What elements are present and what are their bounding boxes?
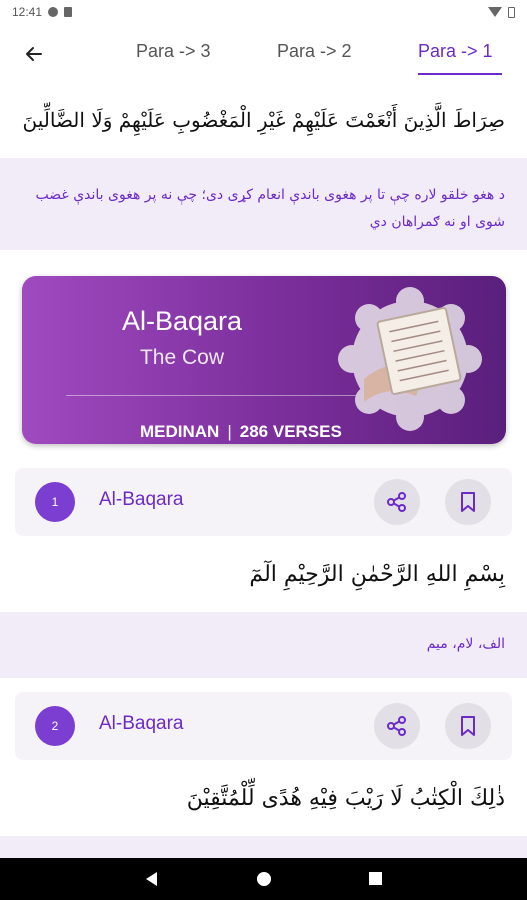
surah-meta: MEDINAN | 286 VERSES	[140, 422, 342, 442]
top-bar: Para -> 3 Para -> 2 Para -> 1	[0, 24, 527, 84]
wifi-icon	[488, 7, 502, 17]
verse-arabic-1: بِسْمِ اللهِ الرَّحْمٰنِ الرَّحِيْمِ الٓ…	[249, 562, 505, 587]
verse-number-badge: 1	[35, 482, 75, 522]
bookmark-icon	[461, 492, 475, 512]
tab-para-1[interactable]: Para -> 1	[418, 41, 493, 62]
status-left: 12:41	[12, 5, 73, 19]
system-nav-bar	[0, 858, 527, 900]
verse-surah-name: Al-Baqara	[99, 713, 184, 734]
quran-book-icon	[338, 287, 482, 431]
nav-home-icon[interactable]	[257, 872, 271, 886]
tab-para-2[interactable]: Para -> 2	[277, 41, 352, 62]
meta-separator: |	[227, 422, 232, 441]
verse-number-badge: 2	[35, 706, 75, 746]
bookmark-icon	[461, 716, 475, 736]
nav-recents-icon[interactable]	[369, 872, 382, 885]
surah-banner: Al-Baqara The Cow MEDINAN | 286 VERSES	[22, 276, 506, 444]
tab-para-3[interactable]: Para -> 3	[136, 41, 211, 62]
sd-card-icon	[64, 7, 73, 17]
verse-surah-name: Al-Baqara	[99, 489, 184, 510]
verse-translation-1: الف، لام، میم	[0, 612, 527, 678]
status-time: 12:41	[12, 5, 43, 19]
banner-divider	[66, 395, 356, 396]
verse-header-2: 2 Al-Baqara	[15, 692, 512, 760]
status-bar: 12:41	[0, 0, 527, 24]
arrow-left-icon	[26, 47, 42, 61]
verse-header-1: 1 Al-Baqara	[15, 468, 512, 536]
notification-icon	[48, 7, 59, 17]
share-button[interactable]	[374, 479, 420, 525]
back-button[interactable]	[18, 38, 50, 70]
ayah-arabic-top: صِرَاطَ الَّذِينَ أَنْعَمْتَ عَلَيْهِمْ …	[22, 108, 505, 132]
ayah-translation-top: د هغو خلقو لاره چې تا پر هغوی باندې انعا…	[0, 158, 527, 250]
active-tab-indicator	[418, 73, 502, 75]
surah-subtitle: The Cow	[139, 346, 225, 369]
bookmark-button[interactable]	[445, 479, 491, 525]
share-icon	[387, 716, 406, 736]
surah-verse-count: 286 VERSES	[239, 422, 342, 441]
share-button[interactable]	[374, 703, 420, 749]
nav-back-icon[interactable]	[146, 872, 157, 886]
surah-type: MEDINAN	[140, 422, 220, 441]
bookmark-button[interactable]	[445, 703, 491, 749]
verse-arabic-2: ذٰلِكَ الْكِتٰبُ لَا رَيْبَ فِيْهِ هُدًى…	[186, 786, 505, 811]
share-icon	[387, 492, 406, 512]
battery-icon	[508, 6, 515, 18]
verse-translation-2	[0, 836, 527, 858]
status-right	[488, 6, 515, 18]
surah-title: Al-Baqara	[121, 306, 243, 336]
